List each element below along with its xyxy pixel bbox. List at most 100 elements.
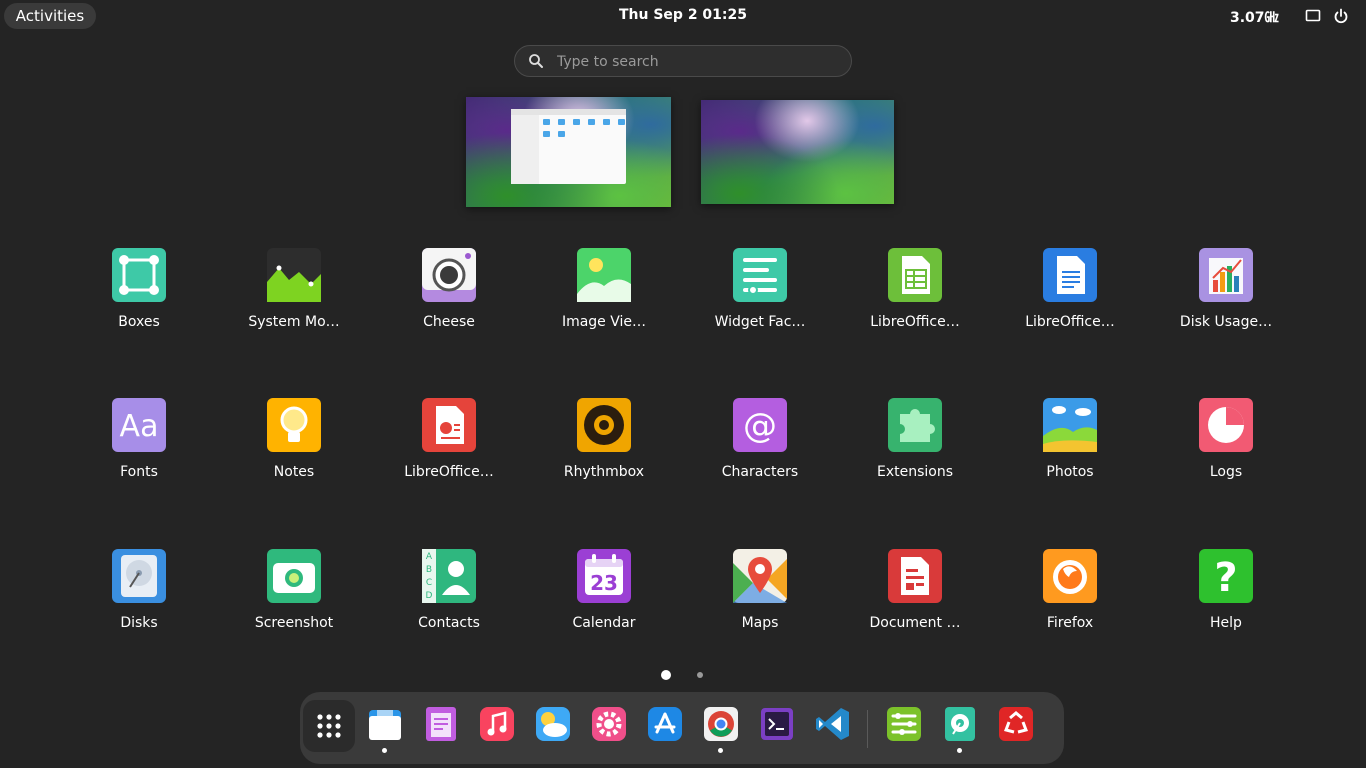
vscode-icon: [816, 708, 849, 740]
app-extensions[interactable]: Extensions: [840, 398, 990, 508]
dock-vscode[interactable]: [813, 704, 853, 744]
help-icon: ?: [1199, 549, 1253, 603]
screen-icon[interactable]: [1305, 8, 1321, 24]
page-indicator-2[interactable]: [697, 672, 703, 678]
document-icon: [888, 549, 942, 603]
clock[interactable]: Thu Sep 2 01:25: [0, 7, 1366, 23]
power-icon[interactable]: [1333, 8, 1349, 24]
screenshot-camera-icon: [267, 549, 321, 603]
app-system-monitor[interactable]: System Mo…: [219, 248, 369, 358]
show-apps-button[interactable]: [303, 700, 355, 752]
photos-icon: [1043, 398, 1097, 452]
libreoffice-impress-icon: [422, 398, 476, 452]
app-characters[interactable]: @ Characters: [685, 398, 835, 508]
app-boxes[interactable]: Boxes: [64, 248, 214, 358]
app-label: Notes: [273, 464, 315, 480]
workspace-thumbnail-1[interactable]: [466, 97, 671, 207]
app-logs[interactable]: Logs: [1151, 398, 1301, 508]
app-libreoffice-calc[interactable]: LibreOffice…: [840, 248, 990, 358]
dock-widget-factory[interactable]: [884, 704, 924, 744]
app-label: Widget Fac…: [714, 314, 806, 330]
app-widget-factory[interactable]: Widget Fac…: [685, 248, 835, 358]
app-label: Screenshot: [254, 615, 334, 631]
cpu-frequency[interactable]: 3.07㎓: [1230, 7, 1279, 27]
fonts-icon: Aa: [112, 398, 166, 452]
app-photos[interactable]: Photos: [995, 398, 1145, 508]
app-label: Calendar: [572, 615, 636, 631]
dock-screenshot[interactable]: [940, 704, 980, 744]
recycle-icon: [999, 707, 1033, 741]
app-label: Maps: [741, 615, 779, 631]
app-firefox[interactable]: Firefox: [995, 549, 1145, 659]
dock-chrome[interactable]: [701, 704, 741, 744]
libreoffice-writer-icon: [1043, 248, 1097, 302]
text-editor-icon: [426, 707, 456, 741]
files-icon: [369, 710, 401, 740]
app-label: Contacts: [418, 615, 480, 631]
app-label: LibreOffice…: [404, 464, 494, 480]
speaker-icon: [577, 398, 631, 452]
disk-icon: [112, 549, 166, 603]
contacts-icon: ABCD: [422, 549, 476, 603]
app-document-viewer[interactable]: Document …: [840, 549, 990, 659]
app-label: Help: [1210, 615, 1242, 631]
dock-music[interactable]: [477, 704, 517, 744]
system-monitor-icon: [267, 248, 321, 302]
app-label: Firefox: [1046, 615, 1094, 631]
app-libreoffice-writer[interactable]: LibreOffice…: [995, 248, 1145, 358]
app-notes[interactable]: Notes: [219, 398, 369, 508]
dock-software[interactable]: [645, 704, 685, 744]
running-indicator: [718, 748, 723, 753]
app-image-viewer[interactable]: Image Vie…: [529, 248, 679, 358]
app-screenshot[interactable]: Screenshot: [219, 549, 369, 659]
search-input[interactable]: [555, 50, 839, 74]
app-label: LibreOffice…: [1025, 314, 1115, 330]
app-label: Characters: [721, 464, 799, 480]
calendar-icon: 23: [577, 549, 631, 603]
app-label: Cheese: [423, 314, 475, 330]
dock: [300, 692, 1064, 764]
svg-text:C: C: [426, 578, 432, 588]
app-calendar[interactable]: 23 Calendar: [529, 549, 679, 659]
dock-trash[interactable]: [996, 704, 1036, 744]
dock-text-editor[interactable]: [421, 704, 461, 744]
app-disk-usage-analyzer[interactable]: Disk Usage…: [1151, 248, 1301, 358]
app-rhythmbox[interactable]: Rhythmbox: [529, 398, 679, 508]
app-help[interactable]: ? Help: [1151, 549, 1301, 659]
characters-icon: @: [733, 398, 787, 452]
puzzle-icon: [888, 398, 942, 452]
workspace-thumbnail-2[interactable]: [701, 100, 894, 204]
disk-usage-icon: [1199, 248, 1253, 302]
firefox-icon: [1043, 549, 1097, 603]
app-label: Disks: [120, 615, 158, 631]
app-maps[interactable]: Maps: [685, 549, 835, 659]
app-contacts[interactable]: ABCD Contacts: [374, 549, 524, 659]
svg-text:Aa: Aa: [120, 409, 159, 444]
page-indicator-1[interactable]: [661, 670, 671, 680]
dock-terminal[interactable]: [757, 704, 797, 744]
app-label: Boxes: [118, 314, 160, 330]
app-label: Extensions: [876, 464, 954, 480]
chrome-icon: [704, 707, 738, 741]
app-disks[interactable]: Disks: [64, 549, 214, 659]
app-cheese[interactable]: Cheese: [374, 248, 524, 358]
svg-text:A: A: [426, 552, 433, 562]
running-indicator: [957, 748, 962, 753]
app-label: Logs: [1209, 464, 1243, 480]
files-window-thumbnail[interactable]: [511, 109, 626, 184]
top-bar: Activities Thu Sep 2 01:25 3.07㎓: [0, 0, 1366, 32]
music-icon: [480, 707, 514, 741]
app-libreoffice-impress[interactable]: LibreOffice…: [374, 398, 524, 508]
widget-factory-icon: [733, 248, 787, 302]
weather-icon: [536, 707, 570, 741]
app-label: Image Vie…: [561, 314, 647, 330]
dock-settings[interactable]: [589, 704, 629, 744]
svg-text:D: D: [426, 591, 433, 601]
libreoffice-calc-icon: [888, 248, 942, 302]
app-fonts[interactable]: Aa Fonts: [64, 398, 214, 508]
app-label: LibreOffice…: [870, 314, 960, 330]
dock-files[interactable]: [365, 704, 405, 744]
search-bar[interactable]: [514, 45, 852, 77]
dock-weather[interactable]: [533, 704, 573, 744]
wallpaper: [701, 100, 894, 204]
